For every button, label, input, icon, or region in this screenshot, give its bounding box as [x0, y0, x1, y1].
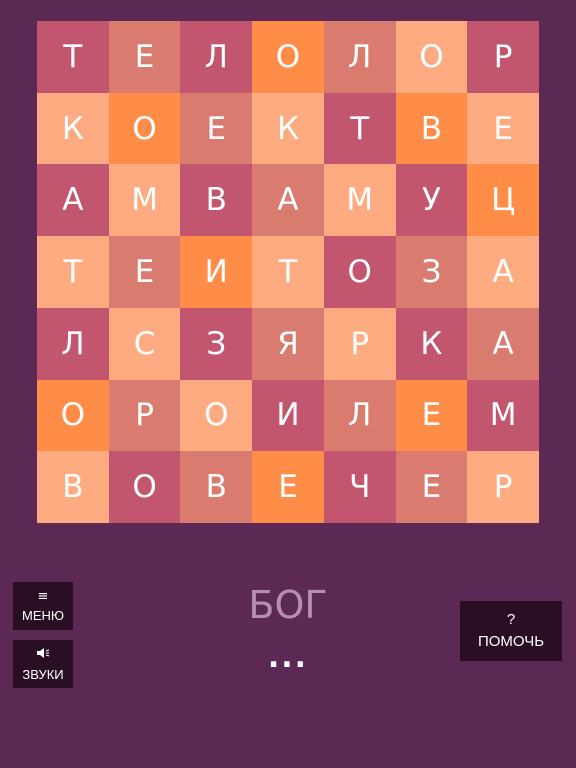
letter-tile[interactable]: В [180, 164, 253, 237]
letter-tile[interactable]: А [467, 307, 539, 380]
letter-tile[interactable]: А [37, 164, 109, 237]
letter-tile[interactable]: В [180, 451, 253, 523]
letter-tile[interactable]: К [252, 92, 324, 165]
letter-tile[interactable]: К [395, 307, 468, 380]
menu-button-label: МЕНЮ [21, 607, 65, 623]
letter-tile[interactable]: Ц [467, 164, 539, 237]
letter-tile[interactable]: О [108, 451, 181, 523]
letter-tile[interactable]: О [395, 21, 468, 93]
letter-tile[interactable]: О [108, 92, 181, 165]
letter-tile[interactable]: Е [395, 379, 468, 452]
current-word: БОГ [248, 583, 328, 627]
speaker-icon-svg [37, 647, 50, 658]
letter-tile[interactable]: К [37, 92, 109, 165]
question-icon: ? [506, 610, 516, 628]
letter-tile[interactable]: О [180, 379, 253, 452]
letter-tile[interactable]: О [252, 21, 324, 93]
letter-tile[interactable]: Л [180, 21, 253, 93]
letter-tile[interactable]: А [252, 164, 324, 237]
sound-button-label: ЗВУКИ [22, 666, 64, 682]
letter-tile[interactable]: З [395, 236, 468, 308]
letter-tile[interactable]: Е [467, 92, 539, 165]
letter-tile[interactable]: Т [323, 92, 396, 165]
letter-grid: ТЕЛОЛОРКОЕКТВЕАМВАМУЦТЕИТОЗАЛСЗЯРКАОРОИЛ… [37, 21, 539, 523]
letter-tile[interactable]: Ч [323, 451, 396, 523]
letter-tile[interactable]: Р [323, 307, 396, 380]
letter-tile[interactable]: Т [37, 21, 109, 93]
letter-tile[interactable]: М [108, 164, 181, 237]
letter-tile[interactable]: Я [252, 307, 324, 380]
letter-tile[interactable]: И [180, 236, 253, 308]
letter-tile[interactable]: Л [323, 21, 396, 93]
sound-button[interactable]: ЗВУКИ [13, 640, 73, 688]
letter-tile[interactable]: Е [395, 451, 468, 523]
letter-tile[interactable]: Е [180, 92, 253, 165]
letter-tile[interactable]: Е [108, 21, 181, 93]
help-button[interactable]: ? ПОМОЧЬ [460, 601, 562, 661]
menu-button[interactable]: ≡ МЕНЮ [13, 582, 73, 630]
letter-tile[interactable]: Р [108, 379, 181, 452]
letter-tile[interactable]: З [180, 307, 253, 380]
help-button-label: ПОМОЧЬ [477, 632, 545, 650]
letter-tile[interactable]: В [395, 92, 468, 165]
letter-tile[interactable]: Е [252, 451, 324, 523]
letter-tile[interactable]: М [323, 164, 396, 237]
letter-tile[interactable]: Т [252, 236, 324, 308]
letter-tile[interactable]: Л [323, 379, 396, 452]
progress-dots: ... [267, 640, 309, 675]
letter-tile[interactable]: А [467, 236, 539, 308]
hamburger-icon: ≡ [37, 588, 49, 604]
letter-tile[interactable]: Р [467, 21, 539, 93]
letter-tile[interactable]: О [37, 379, 109, 452]
letter-tile[interactable]: В [37, 451, 109, 523]
letter-tile[interactable]: М [467, 379, 539, 452]
letter-tile[interactable]: Р [467, 451, 539, 523]
letter-tile[interactable]: Е [108, 236, 181, 308]
speaker-icon [36, 647, 50, 663]
letter-tile[interactable]: Л [37, 307, 109, 380]
letter-tile[interactable]: У [395, 164, 468, 237]
letter-tile[interactable]: И [252, 379, 324, 452]
letter-tile[interactable]: О [323, 236, 396, 308]
letter-tile[interactable]: С [108, 307, 181, 380]
letter-tile[interactable]: Т [37, 236, 109, 308]
